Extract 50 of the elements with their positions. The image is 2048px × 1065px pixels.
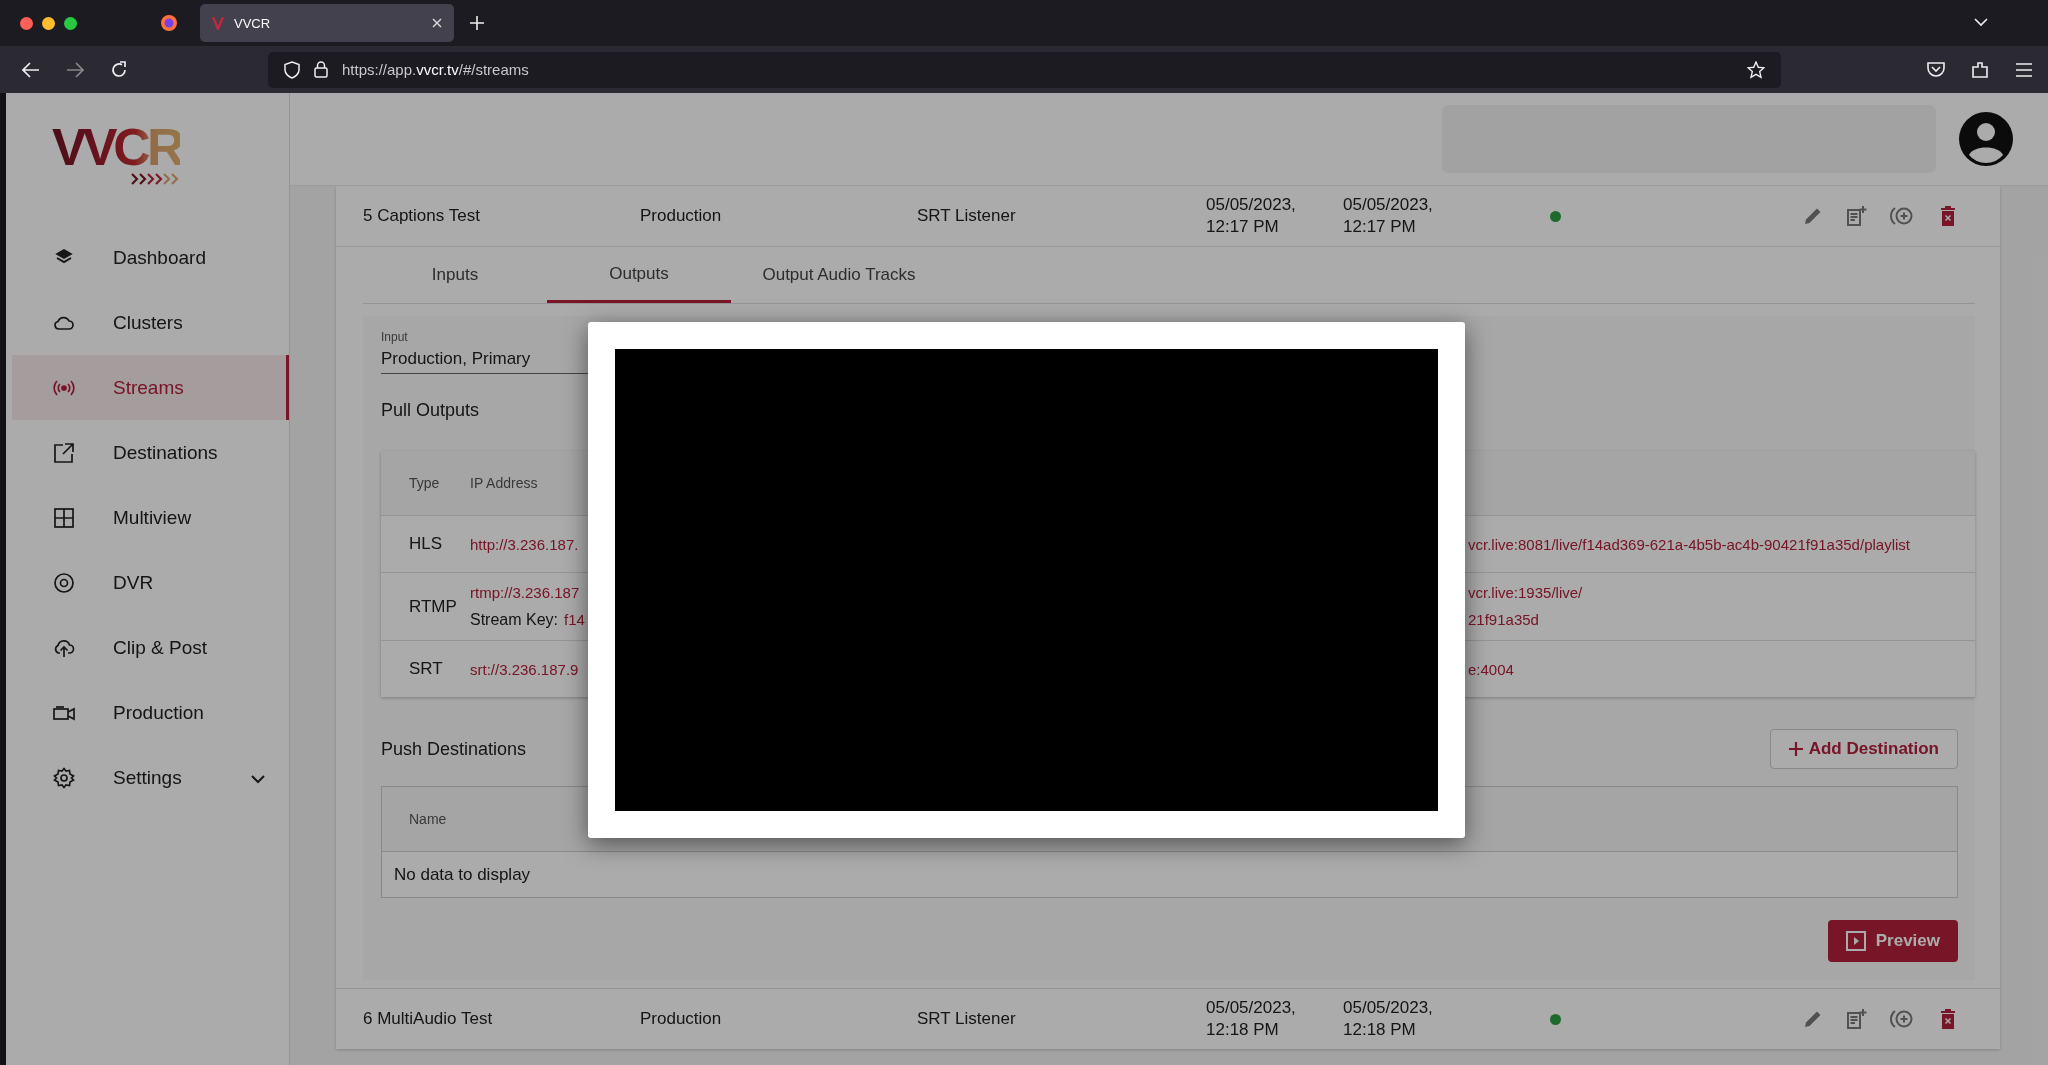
tab-title: VVCR <box>234 15 272 31</box>
output-url[interactable]: vcr.live:8081/live/f14ad369-621a-4b5b-ac4b-90421f91a35d/playlist <box>1468 535 1910 553</box>
sidebar-item[interactable]: Destinations <box>12 420 289 485</box>
stream-row[interactable]: 6 MultiAudio Test Production SRT Listener 05/05/2023, 12:18 PM 05/05/2023, 12:18 PM <box>336 988 2000 1049</box>
tab[interactable]: Output Audio Tracks <box>731 247 947 303</box>
stream-row[interactable]: 5 Captions Test Production SRT Listener 05/05/2023, 12:17 PM 05/05/2023, 12:17 PM <box>336 186 2000 246</box>
output-url[interactable]: f14 <box>564 611 585 629</box>
url-text: https://app.vvcr.tv/#/streams <box>342 61 530 78</box>
sidebar-item[interactable]: DVR <box>12 550 289 615</box>
browser-tab[interactable]: VVCR <box>200 4 454 42</box>
output-url[interactable]: e:4004 <box>1468 660 1514 678</box>
sidebar-item[interactable]: Dashboard <box>12 225 289 290</box>
field-label: Input <box>381 330 409 344</box>
sidebar-item[interactable]: Settings <box>12 745 289 810</box>
output-url[interactable]: srt://3.236.187.9 <box>470 660 579 678</box>
column-header: Type <box>408 475 441 491</box>
table-cell-text: HLS <box>408 534 444 554</box>
stream-name: 5 Captions Test <box>363 206 481 226</box>
updated-date: 05/05/2023, 12:18 PM <box>1343 997 1434 1041</box>
sidebar-item[interactable]: Clip & Post <box>12 615 289 680</box>
stream-type: Production <box>640 1009 723 1029</box>
stream-name: 6 MultiAudio Test <box>363 1009 494 1029</box>
stream-type: Production <box>640 206 723 226</box>
empty-message: No data to display <box>394 864 531 885</box>
updated-date: 05/05/2023, 12:17 PM <box>1343 194 1434 238</box>
column-header: Name <box>409 811 447 827</box>
address-bar[interactable]: https://app.vvcr.tv/#/streams <box>268 51 1781 88</box>
preview-button[interactable]: Preview <box>1827 920 1958 962</box>
output-url[interactable]: http://3.236.187. <box>470 535 579 553</box>
output-url[interactable]: 21f91a35d <box>1468 611 1539 629</box>
tab[interactable]: Outputs <box>547 247 731 303</box>
tab[interactable]: Inputs <box>363 247 547 303</box>
column-header: IP Address <box>470 475 538 491</box>
section-title: Push Destinations <box>381 738 527 760</box>
input-type-label: SRT Listener <box>917 206 1017 226</box>
section-title: Pull Outputs <box>381 400 481 421</box>
sidebar-item[interactable]: Clusters <box>12 290 289 355</box>
created-date: 05/05/2023, 12:17 PM <box>1206 194 1297 238</box>
created-date: 05/05/2023, 12:18 PM <box>1206 997 1297 1041</box>
table-cell-text: SRT <box>408 659 444 679</box>
table-cell-text: RTMP <box>408 596 458 617</box>
sidebar-item[interactable]: Production <box>12 680 289 745</box>
add-destination-button[interactable]: Add Destination <box>1769 729 1958 769</box>
output-url[interactable]: vcr.live:1935/live/ <box>1468 584 1583 601</box>
input-type-label: SRT Listener <box>917 1009 1017 1029</box>
sidebar-item[interactable]: Multiview <box>12 485 289 550</box>
stream-key-label: Stream Key: <box>470 611 559 629</box>
field-value: Production, Primary <box>381 349 532 369</box>
output-url[interactable]: rtmp://3.236.187 <box>470 584 580 601</box>
sidebar-item[interactable]: Streams <box>12 355 289 420</box>
